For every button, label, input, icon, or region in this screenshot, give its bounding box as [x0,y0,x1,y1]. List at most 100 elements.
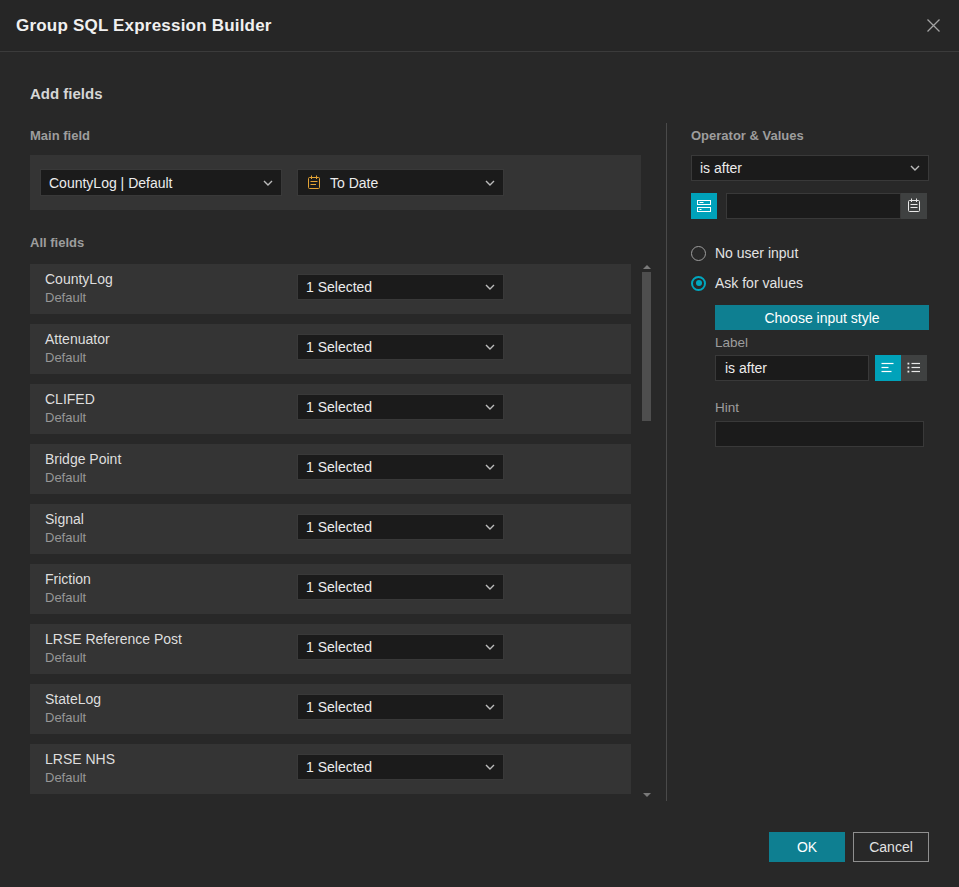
chevron-down-icon [485,344,495,350]
field-values-select[interactable]: 1 Selected [297,394,504,420]
field-subtitle: Default [45,290,86,305]
field-row: LRSE Reference Post Default 1 Selected [30,624,631,674]
field-row: Friction Default 1 Selected [30,564,631,614]
field-values-select-value: 1 Selected [306,339,372,355]
field-row: Bridge Point Default 1 Selected [30,444,631,494]
add-fields-heading: Add fields [30,85,103,102]
main-field-panel: CountyLog | Default To Date [30,155,641,210]
radio-circle [691,246,706,261]
field-values-select-value: 1 Selected [306,399,372,415]
list-style-button[interactable] [901,355,927,381]
operator-select-value: is after [700,160,742,176]
field-name: CountyLog [45,271,113,287]
chevron-down-icon [485,404,495,410]
dialog-title: Group SQL Expression Builder [16,16,272,36]
close-icon [925,17,942,34]
single-line-style-button[interactable] [875,355,901,381]
ok-button[interactable]: OK [769,832,845,862]
field-subtitle: Default [45,410,86,425]
field-subtitle: Default [45,530,86,545]
multiple-values-button[interactable] [691,193,717,219]
field-row: CLIFED Default 1 Selected [30,384,631,434]
field-name: Friction [45,571,91,587]
label-input[interactable] [715,355,869,381]
field-name: StateLog [45,691,101,707]
field-subtitle: Default [45,710,86,725]
calendar-icon [906,198,922,214]
field-row: Signal Default 1 Selected [30,504,631,554]
field-row: LRSE NHS Default 1 Selected [30,744,631,794]
field-values-select-value: 1 Selected [306,279,372,295]
radio-circle [691,276,706,291]
radio-label: Ask for values [715,275,803,291]
multiple-values-icon [696,198,712,214]
operator-values-label: Operator & Values [691,128,804,143]
align-left-icon [880,360,896,376]
main-field-type-select[interactable]: To Date [297,169,504,196]
field-name: Bridge Point [45,451,121,467]
chevron-down-icon [485,764,495,770]
field-subtitle: Default [45,590,86,605]
scrollbar-down-arrow[interactable] [643,793,651,797]
field-subtitle: Default [45,650,86,665]
scrollbar-up-arrow[interactable] [643,265,651,269]
field-name: CLIFED [45,391,95,407]
main-field-type-value: To Date [330,175,378,191]
field-values-select-value: 1 Selected [306,459,372,475]
cancel-button[interactable]: Cancel [853,832,929,862]
field-values-select[interactable]: 1 Selected [297,634,504,660]
field-name: LRSE Reference Post [45,631,182,647]
all-fields-label: All fields [30,235,84,250]
chevron-down-icon [910,165,920,171]
radio-no-user-input[interactable]: No user input [691,245,798,261]
hint-input[interactable] [715,421,924,447]
operator-select[interactable]: is after [691,155,929,181]
all-fields-list: CountyLog Default 1 Selected Attenuator … [30,264,631,804]
label-label: Label [715,335,748,350]
label-input-row [715,355,927,381]
field-subtitle: Default [45,470,86,485]
field-list-scrollbar[interactable] [642,262,651,802]
chevron-down-icon [485,524,495,530]
field-values-select[interactable]: 1 Selected [297,694,504,720]
radio-ask-for-values[interactable]: Ask for values [691,275,803,291]
field-values-select-value: 1 Selected [306,639,372,655]
value-input[interactable] [726,193,901,219]
field-values-select[interactable]: 1 Selected [297,574,504,600]
radio-label: No user input [715,245,798,261]
choose-input-style-button[interactable]: Choose input style [715,305,929,330]
field-values-select[interactable]: 1 Selected [297,454,504,480]
group-sql-expression-builder-dialog: Group SQL Expression Builder Add fields … [0,0,959,887]
field-values-select-value: 1 Selected [306,519,372,535]
field-values-select[interactable]: 1 Selected [297,334,504,360]
chevron-down-icon [485,180,495,186]
chevron-down-icon [485,644,495,650]
field-values-select[interactable]: 1 Selected [297,514,504,540]
chevron-down-icon [485,704,495,710]
close-button[interactable] [921,14,945,38]
list-icon [906,360,922,376]
dialog-header: Group SQL Expression Builder [0,0,959,52]
main-field-select-value: CountyLog | Default [49,175,173,191]
scrollbar-thumb[interactable] [642,272,651,421]
field-row: StateLog Default 1 Selected [30,684,631,734]
field-row: Attenuator Default 1 Selected [30,324,631,374]
field-values-select-value: 1 Selected [306,579,372,595]
field-values-select[interactable]: 1 Selected [297,274,504,300]
field-values-select-value: 1 Selected [306,699,372,715]
main-field-select[interactable]: CountyLog | Default [40,169,282,196]
calendar-icon [306,175,322,191]
hint-label: Hint [715,400,739,415]
field-name: Signal [45,511,84,527]
field-subtitle: Default [45,770,86,785]
chevron-down-icon [485,284,495,290]
field-row: CountyLog Default 1 Selected [30,264,631,314]
date-picker-button[interactable] [901,193,927,219]
field-values-select[interactable]: 1 Selected [297,754,504,780]
field-name: LRSE NHS [45,751,115,767]
field-values-select-value: 1 Selected [306,759,372,775]
chevron-down-icon [485,464,495,470]
chevron-down-icon [263,180,273,186]
main-field-label: Main field [30,128,90,143]
value-input-row [691,193,927,219]
